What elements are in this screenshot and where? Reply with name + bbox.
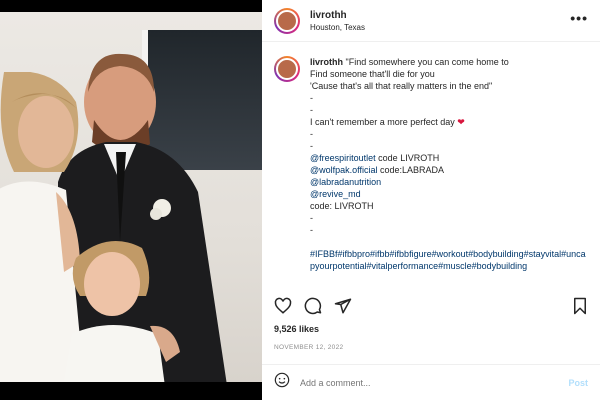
author-avatar[interactable] xyxy=(274,7,300,34)
caption-body: livrothh "Find somewhere you can come ho… xyxy=(310,50,588,286)
mention-link[interactable]: @labradanutrition xyxy=(310,177,381,187)
post-location[interactable]: Houston, Texas xyxy=(310,23,570,32)
caption-line: - xyxy=(310,225,313,235)
hashtags[interactable]: #IFBBf#ifbbpro#ifbb#ifbbfigure#workout#b… xyxy=(310,248,588,272)
author-username[interactable]: livrothh xyxy=(310,10,570,21)
likes-count[interactable]: 9,526 likes xyxy=(274,324,319,334)
caption-line: Find someone that'll die for you xyxy=(310,69,435,79)
more-horizontal-icon[interactable]: ••• xyxy=(570,10,588,32)
mention-suffix: code:LABRADA xyxy=(377,165,445,175)
caption-line: - xyxy=(310,105,313,115)
code-line: code: LIVROTH xyxy=(310,201,374,211)
post-photo-pane[interactable] xyxy=(0,0,262,400)
post-comment-button[interactable]: Post xyxy=(568,378,588,388)
post-photo[interactable] xyxy=(0,12,262,382)
post-detail-panel: livrothh Houston, Texas ••• livrothh "Fi… xyxy=(262,0,600,400)
caption-line: - xyxy=(310,141,313,151)
caption-line: - xyxy=(310,213,313,223)
bookmark-icon[interactable] xyxy=(572,297,588,315)
caption-line: - xyxy=(310,93,313,103)
caption-section: livrothh "Find somewhere you can come ho… xyxy=(262,50,600,286)
comment-icon[interactable] xyxy=(304,297,322,315)
post-actions xyxy=(274,296,588,316)
post-header: livrothh Houston, Texas ••• xyxy=(262,0,600,42)
emoji-icon[interactable] xyxy=(274,372,290,393)
share-icon[interactable] xyxy=(334,297,352,315)
mention-link[interactable]: @wolfpak.official xyxy=(310,165,378,175)
girl-figure xyxy=(64,240,180,382)
mention-link[interactable]: @freespiritoutlet xyxy=(310,153,376,163)
caption-line: "Find somewhere you can come home to xyxy=(345,57,509,67)
caption-line: I can't remember a more perfect day xyxy=(310,117,455,127)
mention-link[interactable]: @revive_md xyxy=(310,189,361,199)
mention-suffix: code LIVROTH xyxy=(375,153,440,163)
heart-emoji: ❤ xyxy=(457,117,465,127)
comment-bar: Post xyxy=(262,364,600,400)
caption-line: - xyxy=(310,129,313,139)
heart-icon[interactable] xyxy=(274,297,292,315)
caption-line: 'Cause that's all that really matters in… xyxy=(310,81,493,91)
caption-author-avatar[interactable] xyxy=(274,56,300,82)
caption-username[interactable]: livrothh xyxy=(310,57,343,67)
comment-input[interactable] xyxy=(300,377,569,388)
post-date: NOVEMBER 12, 2022 xyxy=(274,344,344,351)
